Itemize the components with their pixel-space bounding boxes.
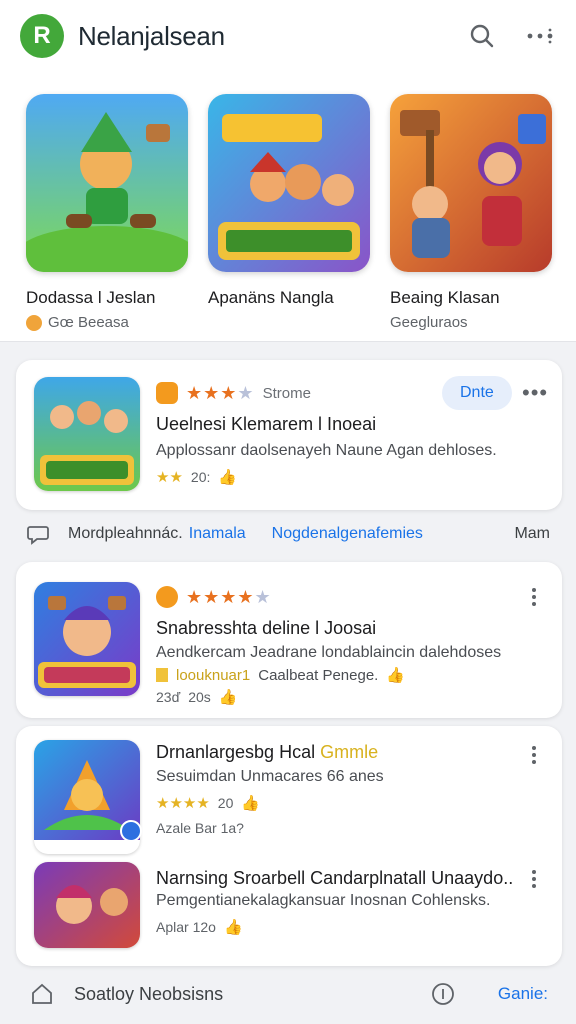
featured-title: Dodassa l Jeslan [26, 288, 156, 307]
bottom-bar: Soatloy Neobsisns Ganie: [16, 972, 562, 1016]
header-actions [466, 20, 556, 52]
featured-item[interactable]: Dodassa l Jeslan Gœ Beeasa [26, 94, 196, 331]
featured-subtitle: Gœ Beeasa [26, 314, 196, 331]
featured-title: Beaing Klasan [390, 288, 500, 307]
featured-game-art [26, 94, 188, 272]
thumbs-up-icon[interactable]: 👍 [224, 918, 243, 936]
feed-card[interactable]: ★★★★ Strome Dnte ••• Ueelnesi Klemarem l… [16, 360, 562, 510]
game-thumbnail [34, 862, 140, 948]
card-title: Snabresshta deline l Joosai [156, 618, 377, 638]
card-description: Sesuimdan Unmacares 66 anes [156, 768, 384, 785]
chip-link[interactable]: Inamala [189, 525, 246, 543]
thumbs-up-icon[interactable]: 👍 [218, 468, 237, 486]
filter-chip-row: Mordpleahnnác. Inamala Nogdenalgenafemie… [0, 512, 576, 556]
chip-label[interactable]: Mordpleahnnác. [68, 525, 183, 543]
card-meta: ★★★★★ [156, 586, 272, 608]
search-icon[interactable] [466, 20, 498, 52]
thumbs-up-icon[interactable]: 👍 [386, 666, 405, 684]
bottom-label[interactable]: Soatloy Neobsisns [74, 984, 223, 1005]
featured-strip: Dodassa l Jeslan Gœ Beeasa Apanäns Nangl… [0, 72, 576, 342]
card-description: Applossanr daolsenayeh Naune Agan dehlos… [156, 442, 497, 459]
bottom-link[interactable]: Ganie: [498, 984, 548, 1004]
action-pill-button[interactable]: Dnte [442, 376, 512, 410]
publisher-badge-icon [156, 382, 178, 404]
card-meta-text: Strome [262, 384, 311, 402]
chip-link[interactable]: Nogdenalgenafemies [272, 525, 423, 543]
emoji-icon [26, 314, 42, 331]
comment-icon[interactable] [26, 522, 50, 546]
featured-item[interactable]: Apanäns Nangla [208, 94, 378, 308]
featured-title: Apanäns Nangla [208, 288, 334, 307]
more-horizontal-icon[interactable] [524, 20, 556, 52]
tag-icon [156, 668, 168, 682]
info-icon[interactable] [430, 981, 456, 1007]
card-footer: Aplar 12o 👍 [156, 918, 243, 936]
card-footer: ★★ 20: 👍 [156, 468, 238, 486]
card-description: Pemgentianekalagkansuar Inosnan Cohlensk… [156, 892, 491, 909]
vertical-more-icon[interactable] [531, 746, 537, 764]
more-options-icon[interactable]: ••• [522, 380, 548, 406]
app-logo[interactable]: R [20, 14, 64, 58]
thumbs-up-icon[interactable]: 👍 [241, 794, 260, 812]
card-title: Narnsing Sroarbell Candarplnatall Unaayd… [156, 868, 514, 888]
home-icon[interactable] [30, 982, 54, 1006]
card-title: Ueelnesi Klemarem l Inoeai [156, 414, 377, 434]
card-footer-2: Azale Bar 1a? [156, 820, 244, 836]
card-meta: ★★★★ Strome [156, 382, 311, 404]
featured-game-art [390, 94, 552, 272]
small-star-rating: ★★★★ [156, 795, 210, 812]
app-title: Nelanjalsean [78, 20, 225, 51]
card-footer: 23ď 20s 👍 [156, 688, 238, 706]
card-description-2: loouknuar1 Caalbeat Penege. 👍 [156, 666, 405, 684]
small-star-rating: ★★ [156, 469, 183, 486]
game-thumbnail [34, 582, 140, 696]
featured-subtitle: Geegluraos [390, 314, 468, 331]
feed-card[interactable]: ★★★★★ Snabresshta deline l Joosai Aendke… [16, 562, 562, 718]
card-footer: ★★★★ 20 👍 [156, 794, 261, 812]
verified-badge-icon [120, 820, 142, 842]
game-thumbnail [34, 377, 140, 491]
chip-more[interactable]: Mam [514, 525, 550, 543]
card-description: Aendkercam Jeadrane londablaincin dalehd… [156, 644, 502, 661]
vertical-more-icon[interactable] [531, 588, 537, 606]
feed-card[interactable]: Drnanlargesbg Hcal Gmmle Sesuimdan Unmac… [16, 726, 562, 966]
thumbs-up-icon[interactable]: 👍 [219, 688, 238, 706]
vertical-more-icon[interactable] [531, 870, 537, 888]
app-header: R Nelanjalsean [0, 0, 576, 72]
publisher-badge-icon [156, 586, 178, 608]
card-title: Drnanlargesbg Hcal Gmmle [156, 742, 379, 762]
featured-game-art [208, 94, 370, 272]
star-rating: ★★★★ [186, 382, 255, 403]
star-rating: ★★★★★ [186, 586, 272, 607]
featured-item[interactable]: Beaing Klasan Geegluraos [390, 94, 560, 331]
